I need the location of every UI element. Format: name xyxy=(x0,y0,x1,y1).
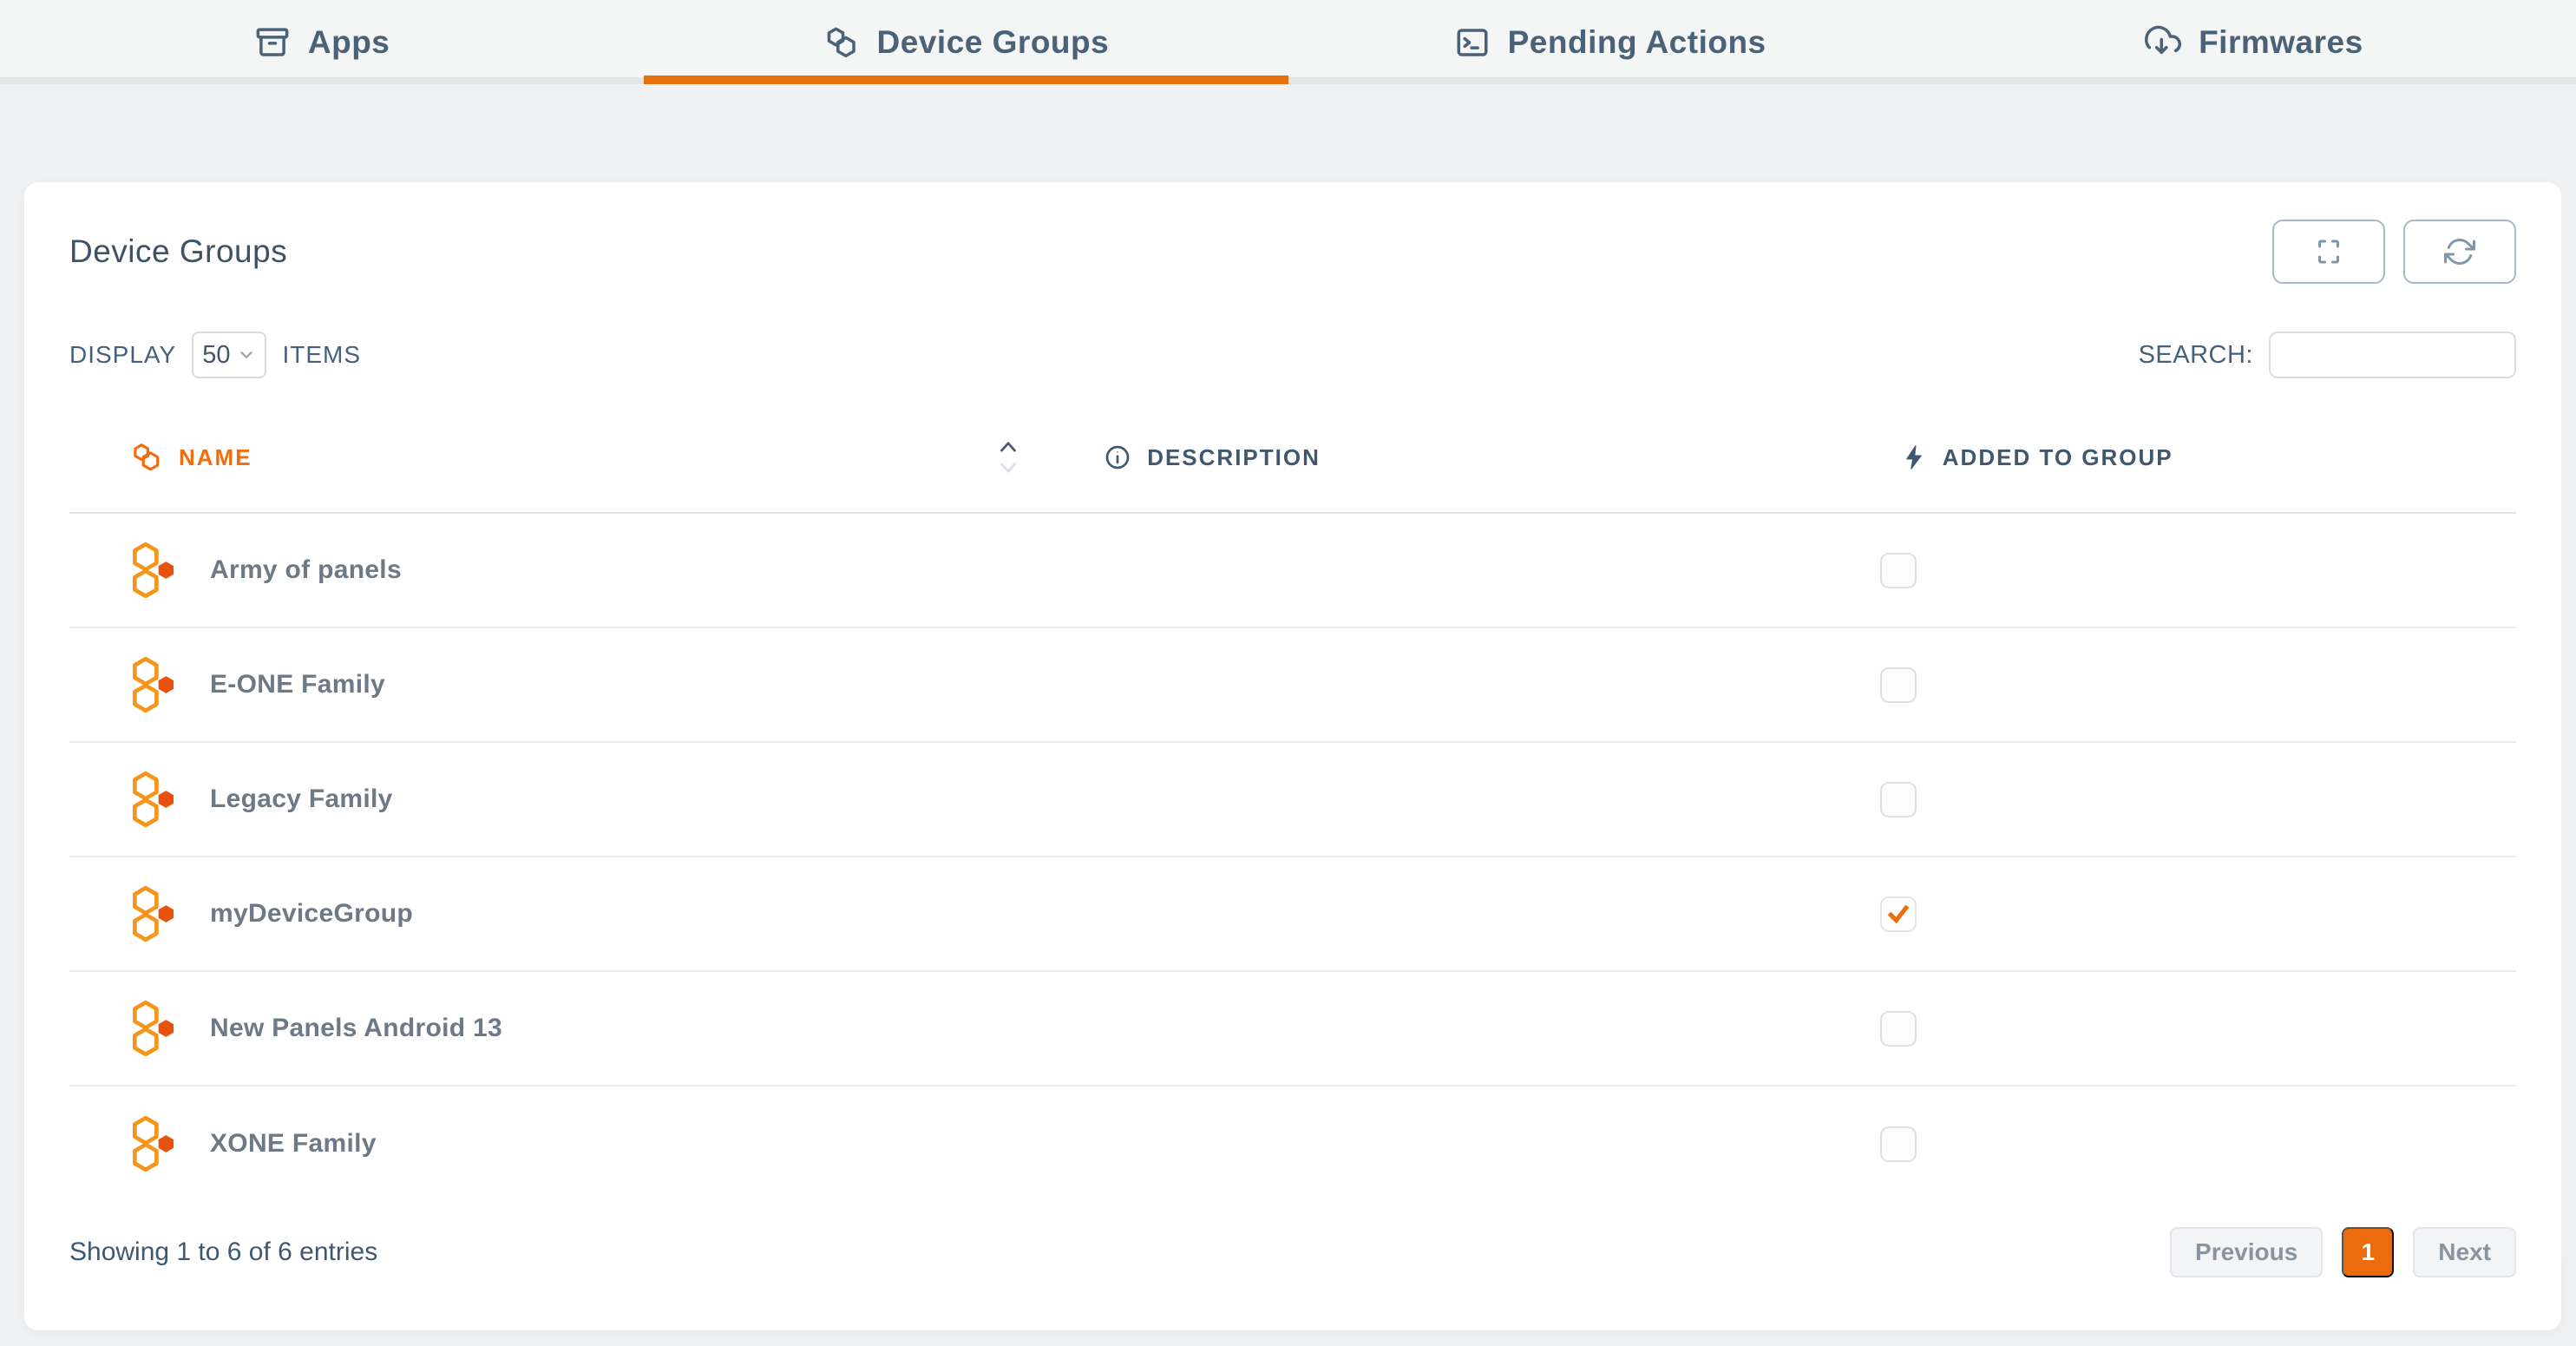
device-groups-icon xyxy=(823,24,860,61)
row-checkbox[interactable] xyxy=(1880,1126,1917,1162)
row-name: Legacy Family xyxy=(210,785,393,814)
row-name: myDeviceGroup xyxy=(210,899,413,929)
sort-desc-icon xyxy=(998,462,1019,475)
tab-underline-track xyxy=(0,77,2576,84)
chevron-down-icon xyxy=(237,345,256,364)
group-added-cell xyxy=(1880,1011,2516,1047)
table-toolbar: DISPLAY 50 ITEMS SEARCH: xyxy=(69,332,2516,378)
group-added-cell xyxy=(1880,896,2516,932)
sort-asc-icon xyxy=(998,440,1019,453)
search-input[interactable] xyxy=(2269,332,2516,378)
tab-pending-actions[interactable]: Pending Actions xyxy=(1288,0,1932,84)
items-label: ITEMS xyxy=(282,341,361,369)
device-group-row-icon xyxy=(128,884,177,943)
fullscreen-button[interactable] xyxy=(2272,220,2385,284)
group-name-cell: myDeviceGroup xyxy=(69,884,1072,943)
row-name: Army of panels xyxy=(210,555,402,585)
check-icon xyxy=(1885,901,1911,927)
tab-apps[interactable]: Apps xyxy=(0,0,644,84)
group-name-cell: Army of panels xyxy=(69,541,1072,600)
row-checkbox[interactable] xyxy=(1880,1011,1917,1047)
device-groups-table: NAME xyxy=(69,403,2516,1201)
column-header-name[interactable]: NAME xyxy=(69,440,1072,475)
column-header-description[interactable]: DESCRIPTION xyxy=(1072,443,1880,471)
group-name-cell: Legacy Family xyxy=(69,770,1072,829)
column-label: DESCRIPTION xyxy=(1147,444,1321,471)
pagination: Previous 1 Next xyxy=(2170,1227,2516,1277)
cloud-download-icon xyxy=(2145,24,2181,61)
page-background: Device Groups xyxy=(0,84,2576,1346)
row-name: E-ONE Family xyxy=(210,670,385,699)
current-page-button[interactable]: 1 xyxy=(2342,1227,2394,1277)
group-added-cell xyxy=(1880,782,2516,817)
sort-control[interactable] xyxy=(998,440,1019,475)
table-row[interactable]: Army of panels xyxy=(69,514,2516,628)
table-row[interactable]: XONE Family xyxy=(69,1087,2516,1201)
next-page-button[interactable]: Next xyxy=(2413,1227,2516,1277)
terminal-icon xyxy=(1454,24,1491,61)
previous-page-button[interactable]: Previous xyxy=(2170,1227,2323,1277)
tab-firmwares[interactable]: Firmwares xyxy=(1932,0,2576,84)
search-label: SEARCH: xyxy=(2139,341,2253,370)
panel-header: Device Groups xyxy=(69,217,2516,286)
table-row[interactable]: New Panels Android 13 xyxy=(69,972,2516,1087)
info-icon xyxy=(1104,443,1131,471)
column-label: ADDED TO GROUP xyxy=(1943,444,2173,471)
archive-icon xyxy=(254,24,291,61)
table-footer: Showing 1 to 6 of 6 entries Previous 1 N… xyxy=(69,1227,2516,1277)
group-added-cell xyxy=(1880,553,2516,588)
tab-label: Firmwares xyxy=(2199,24,2363,61)
column-label: NAME xyxy=(179,444,252,471)
table-row[interactable]: myDeviceGroup xyxy=(69,857,2516,972)
row-name: New Panels Android 13 xyxy=(210,1014,502,1043)
refresh-icon xyxy=(2444,236,2475,267)
row-name: XONE Family xyxy=(210,1129,377,1159)
active-tab-indicator xyxy=(644,76,1288,84)
row-checkbox[interactable] xyxy=(1880,896,1917,932)
search-control: SEARCH: xyxy=(2139,332,2516,378)
table-row[interactable]: Legacy Family xyxy=(69,743,2516,857)
row-checkbox[interactable] xyxy=(1880,667,1917,703)
device-group-row-icon xyxy=(128,1114,177,1173)
page-title: Device Groups xyxy=(69,233,287,270)
group-added-cell xyxy=(1880,1126,2516,1162)
tab-device-groups[interactable]: Device Groups xyxy=(644,0,1288,84)
table-header-row: NAME xyxy=(69,403,2516,514)
table-row[interactable]: E-ONE Family xyxy=(69,628,2516,743)
tab-label: Device Groups xyxy=(877,24,1110,61)
panel-actions xyxy=(2272,220,2516,284)
page-size-value: 50 xyxy=(202,341,230,370)
group-name-cell: New Panels Android 13 xyxy=(69,999,1072,1058)
entries-summary: Showing 1 to 6 of 6 entries xyxy=(69,1238,377,1267)
device-group-row-icon xyxy=(128,655,177,714)
row-checkbox[interactable] xyxy=(1880,553,1917,588)
device-groups-panel: Device Groups xyxy=(24,182,2561,1330)
tab-label: Pending Actions xyxy=(1508,24,1766,61)
page-size-control: DISPLAY 50 ITEMS xyxy=(69,332,361,378)
scrollbar-track[interactable] xyxy=(2561,0,2576,1262)
group-name-cell: XONE Family xyxy=(69,1114,1072,1173)
tab-label: Apps xyxy=(308,24,390,61)
table-body: Army of panels E-ONE Family xyxy=(69,514,2516,1201)
group-name-cell: E-ONE Family xyxy=(69,655,1072,714)
device-group-row-icon xyxy=(128,999,177,1058)
device-group-row-icon xyxy=(128,541,177,600)
expand-icon xyxy=(2313,236,2344,267)
top-tab-bar: Apps Device Groups Pending Actions xyxy=(0,0,2576,84)
page-size-select[interactable]: 50 xyxy=(192,332,266,378)
display-label: DISPLAY xyxy=(69,341,176,369)
device-groups-icon xyxy=(130,441,163,474)
column-header-added-to-group[interactable]: ADDED TO GROUP xyxy=(1880,444,2516,471)
device-group-row-icon xyxy=(128,770,177,829)
row-checkbox[interactable] xyxy=(1880,782,1917,817)
refresh-button[interactable] xyxy=(2403,220,2516,284)
bolt-icon xyxy=(1901,444,1927,470)
group-added-cell xyxy=(1880,667,2516,703)
